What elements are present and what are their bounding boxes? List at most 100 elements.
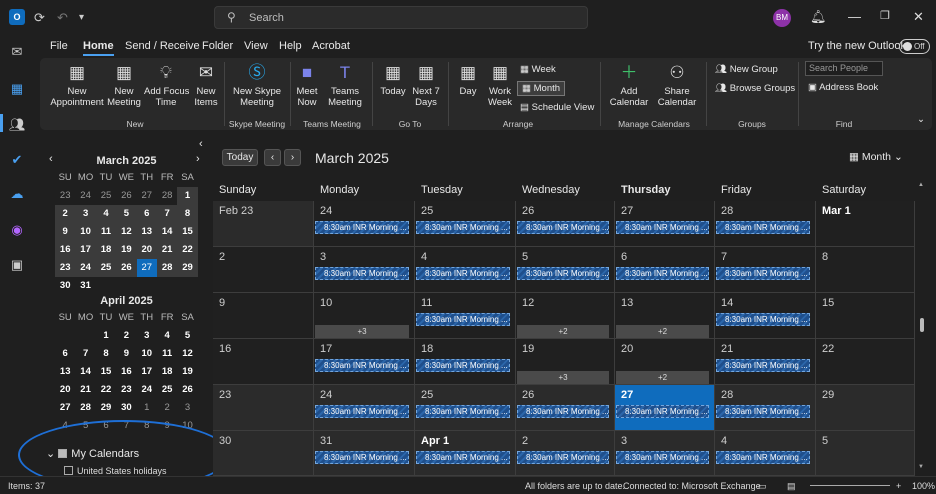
new-appointment-button[interactable]: ▦ New Appointment xyxy=(50,63,104,108)
event-inr-morning[interactable]: 8:30am INR Morning ... xyxy=(416,221,510,234)
mini-day[interactable]: 18 xyxy=(157,363,177,381)
day-cell[interactable]: 25 8:30am INR Morning ... xyxy=(415,385,516,431)
menu-help[interactable]: Help xyxy=(279,40,302,52)
calendar-icon[interactable]: ▦ xyxy=(9,81,25,97)
collapse-pane-chevron-icon[interactable]: ‹ xyxy=(199,138,203,150)
day-cell[interactable]: 18 8:30am INR Morning ... xyxy=(415,339,516,385)
mini-day[interactable]: 7 xyxy=(116,417,136,435)
more-events-indicator[interactable]: +2 xyxy=(616,371,709,384)
mini-day[interactable]: 4 xyxy=(95,205,117,223)
prev-period-button[interactable]: ‹ xyxy=(264,149,281,166)
day-cell[interactable]: 27 8:30am INR Morning ... xyxy=(615,201,715,247)
day-cell[interactable]: 3 8:30am INR Morning ... xyxy=(615,431,715,476)
meet-now-button[interactable]: ■ Meet Now xyxy=(294,63,320,108)
day-cell[interactable]: 7 8:30am INR Morning ... xyxy=(715,247,816,293)
day-cell[interactable]: Mar 1 xyxy=(816,201,915,247)
my-calendars-header[interactable]: ⌄ My Calendars xyxy=(46,447,139,460)
close-icon[interactable]: ✕ xyxy=(913,9,924,25)
zoom-in-icon[interactable]: + xyxy=(896,481,901,491)
event-inr-morning[interactable]: 8:30am INR Morning ... xyxy=(315,267,409,280)
day-cell[interactable]: 29 xyxy=(816,385,915,431)
mini-day[interactable]: 26 xyxy=(116,187,136,205)
day-cell[interactable]: 4 8:30am INR Morning ... xyxy=(415,247,516,293)
event-inr-morning[interactable]: 8:30am INR Morning ... xyxy=(716,359,810,372)
mini-day[interactable]: 8 xyxy=(137,417,157,435)
day-cell[interactable]: 5 8:30am INR Morning ... xyxy=(516,247,615,293)
month-view-button[interactable]: ▦ Month xyxy=(517,81,566,96)
mini-day[interactable]: 28 xyxy=(156,259,178,277)
copilot-icon[interactable]: ◉ xyxy=(9,222,25,238)
mini-day[interactable]: 31 xyxy=(75,277,95,295)
mini-day[interactable]: 14 xyxy=(75,363,95,381)
minimize-icon[interactable]: — xyxy=(848,9,861,24)
us-holidays-calendar[interactable]: United States holidays xyxy=(64,466,167,476)
new-skype-meeting-button[interactable]: Ⓢ New Skype Meeting xyxy=(232,63,282,108)
event-inr-morning[interactable]: 8:30am INR Morning ... xyxy=(517,405,609,418)
event-inr-morning[interactable]: 8:30am INR Morning ... xyxy=(315,405,409,418)
address-book-button[interactable]: ▣ Address Book xyxy=(808,82,878,93)
mini-day[interactable]: 11 xyxy=(95,223,117,241)
mini-day[interactable]: 13 xyxy=(136,223,157,241)
menu-send-receive[interactable]: Send / Receive xyxy=(125,40,200,52)
day-cell[interactable]: 19 +3 xyxy=(516,339,615,385)
day-cell[interactable]: 15 xyxy=(816,293,915,339)
mini-day[interactable]: 5 xyxy=(177,327,197,345)
event-inr-morning[interactable]: 8:30am INR Morning ... xyxy=(416,451,510,464)
mini-day[interactable]: 16 xyxy=(116,363,136,381)
event-inr-morning[interactable]: 8:30am INR Morning ... xyxy=(416,313,510,326)
event-inr-morning[interactable]: 8:30am INR Morning ... xyxy=(716,313,810,326)
refresh-icon[interactable]: ⟳ xyxy=(34,10,45,26)
mini-day[interactable]: 3 xyxy=(137,327,157,345)
mini-day[interactable]: 30 xyxy=(116,399,136,417)
menu-home[interactable]: Home xyxy=(83,40,114,56)
scrollbar-thumb[interactable] xyxy=(920,318,924,332)
new-meeting-button[interactable]: ▦ New Meeting xyxy=(104,63,144,108)
today-button[interactable]: Today xyxy=(222,149,258,166)
mini-day[interactable]: 18 xyxy=(95,241,117,259)
mini-day[interactable]: 27 xyxy=(137,187,157,205)
mini-day[interactable]: 2 xyxy=(157,399,177,417)
mini-day[interactable]: 23 xyxy=(55,187,75,205)
day-cell[interactable]: 27 8:30am INR Morning ... xyxy=(615,385,715,431)
day-cell[interactable]: 11 8:30am INR Morning ... xyxy=(415,293,516,339)
mini-day[interactable]: 2 xyxy=(55,205,76,223)
mini-day[interactable]: 9 xyxy=(157,417,177,435)
event-inr-morning[interactable]: 8:30am INR Morning ... xyxy=(716,451,810,464)
event-inr-morning[interactable]: 8:30am INR Morning ... xyxy=(416,359,510,372)
mini-day[interactable]: 1 xyxy=(137,399,157,417)
mini-day[interactable]: 24 xyxy=(75,259,96,277)
schedule-view-button[interactable]: ▤ Schedule View xyxy=(520,102,594,113)
day-cell[interactable]: 13 +2 xyxy=(615,293,715,339)
people-icon[interactable]: 👥︎ xyxy=(9,117,26,133)
day-cell[interactable]: 28 8:30am INR Morning ... xyxy=(715,385,816,431)
add-focus-time-button[interactable]: 💡︎ Add Focus Time xyxy=(144,63,189,108)
mini-day[interactable]: 25 xyxy=(96,187,116,205)
day-cell[interactable]: 2 8:30am INR Morning ... xyxy=(516,431,615,476)
mini-day[interactable]: 10 xyxy=(137,345,157,363)
day-cell[interactable]: Feb 23 xyxy=(213,201,314,247)
mini-day[interactable]: 28 xyxy=(75,399,95,417)
day-cell[interactable]: 8 xyxy=(816,247,915,293)
restore-icon[interactable]: ❐ xyxy=(880,9,890,22)
more-events-indicator[interactable]: +3 xyxy=(315,325,409,338)
todo-icon[interactable]: ✔ xyxy=(9,152,25,168)
mini-day[interactable]: 1 xyxy=(177,187,198,205)
day-cell[interactable]: 30 xyxy=(213,431,314,476)
next-7-days-button[interactable]: ▦ Next 7 Days xyxy=(410,63,442,108)
mini-day[interactable]: 22 xyxy=(177,241,198,259)
search-box[interactable]: ⚲ Search xyxy=(214,6,588,29)
mini-day[interactable]: 17 xyxy=(137,363,157,381)
mini-day[interactable]: 8 xyxy=(177,205,198,223)
mini-day[interactable]: 15 xyxy=(177,223,198,241)
mini-day[interactable]: 15 xyxy=(96,363,116,381)
mini-day[interactable]: 23 xyxy=(55,259,76,277)
today-ribbon-button[interactable]: ▦ Today xyxy=(378,63,408,97)
mini-day[interactable]: 22 xyxy=(96,381,116,399)
mini-day[interactable]: 4 xyxy=(157,327,177,345)
day-cell[interactable]: 10 +3 xyxy=(314,293,415,339)
mini-day[interactable]: 8 xyxy=(96,345,116,363)
event-inr-morning[interactable]: 8:30am INR Morning ... xyxy=(616,267,709,280)
event-inr-morning[interactable]: 8:30am INR Morning ... xyxy=(716,221,810,234)
teams-meeting-button[interactable]: T Teams Meeting xyxy=(324,63,366,108)
mini-day[interactable]: 24 xyxy=(137,381,157,399)
